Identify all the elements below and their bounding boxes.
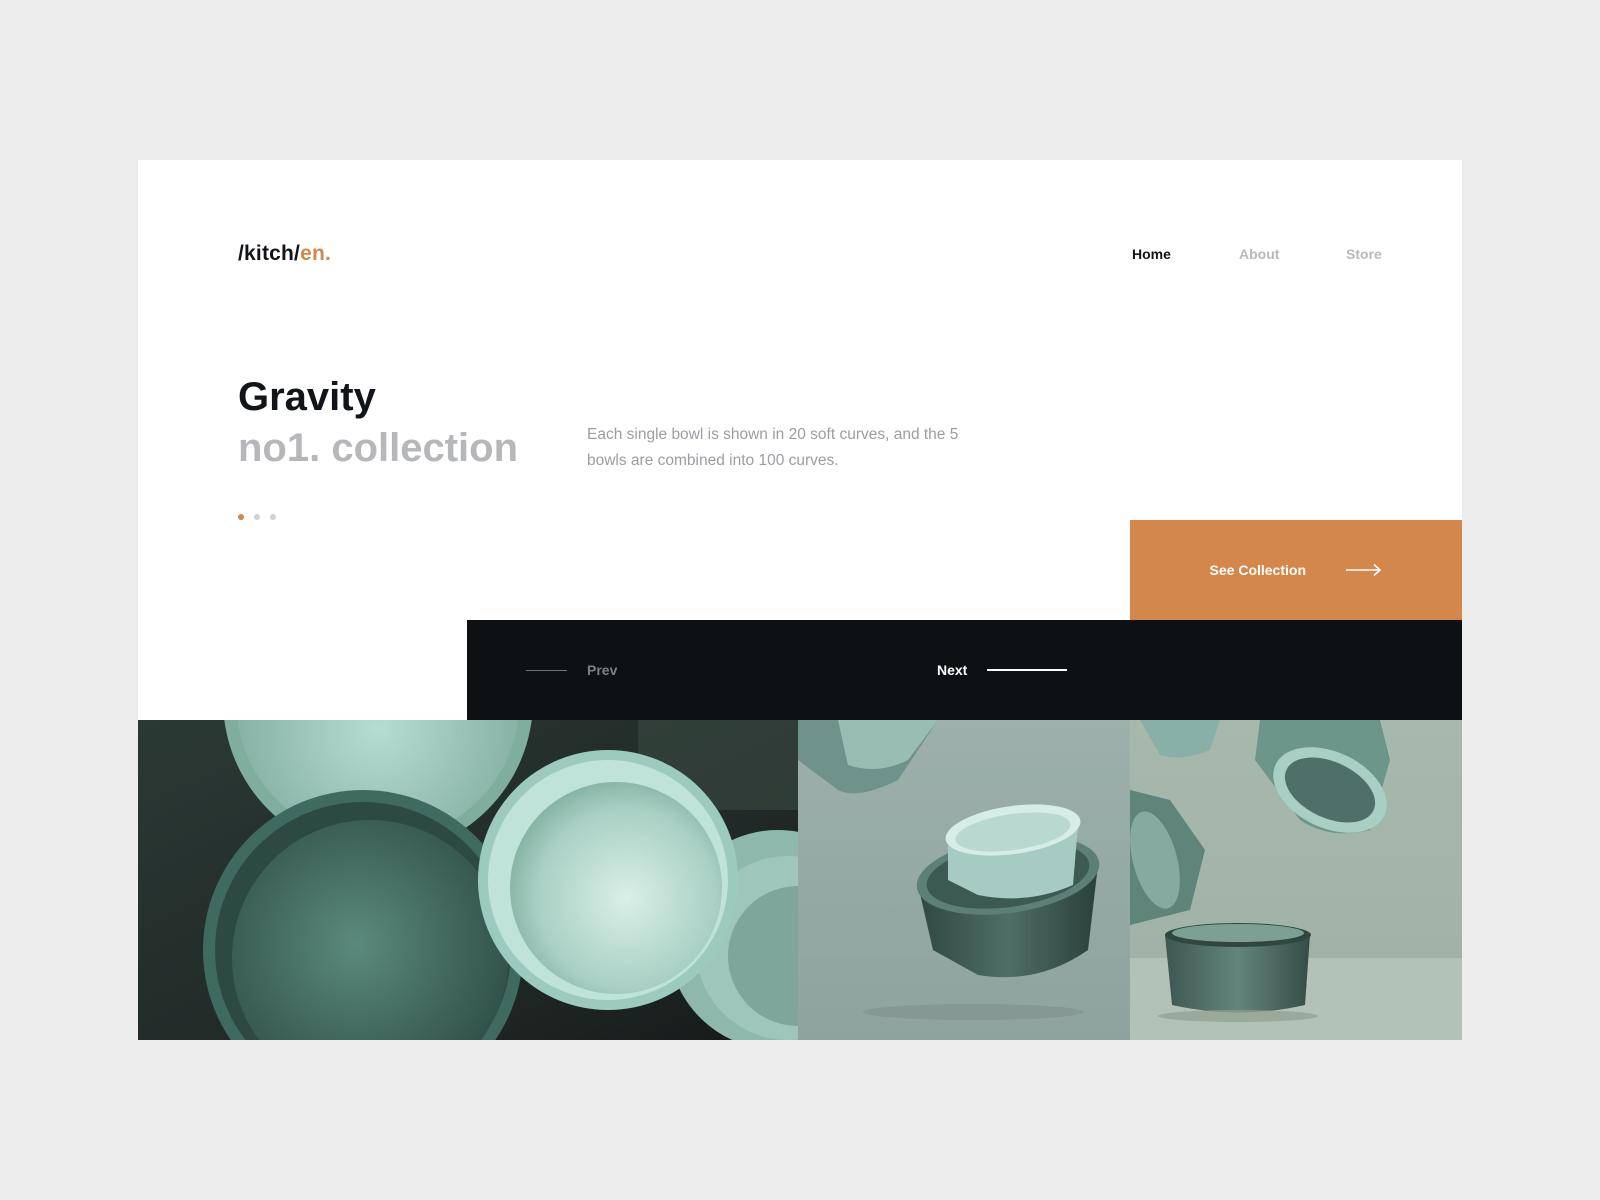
product-gallery bbox=[138, 720, 1462, 1040]
nav-item-home[interactable]: Home bbox=[1132, 246, 1171, 262]
gallery-image-stacked-bowls[interactable] bbox=[798, 720, 1130, 1040]
see-collection-button[interactable]: See Collection bbox=[1130, 520, 1462, 620]
next-line-icon bbox=[987, 669, 1068, 671]
prev-button[interactable]: Prev bbox=[526, 620, 617, 720]
slider-navigation: Prev Next bbox=[467, 620, 1462, 720]
hero-description: Each single bowl is shown in 20 soft cur… bbox=[587, 426, 959, 469]
slide-dot-3[interactable] bbox=[270, 514, 276, 520]
brand-logo[interactable]: /kitch/en. bbox=[238, 242, 331, 266]
slide-indicator bbox=[238, 514, 276, 520]
next-button[interactable]: Next bbox=[937, 620, 1068, 720]
see-collection-label: See Collection bbox=[1209, 562, 1306, 578]
arrow-right-icon bbox=[1346, 563, 1382, 577]
prev-line-icon bbox=[526, 669, 567, 671]
nav-item-store[interactable]: Store bbox=[1346, 246, 1382, 262]
hero-title: Gravity bbox=[238, 375, 376, 419]
gallery-image-bowls-top-view[interactable] bbox=[138, 720, 798, 1040]
slide-dot-1[interactable] bbox=[238, 514, 244, 520]
hero-subtitle: no1. collection bbox=[238, 426, 519, 470]
main-card: /kitch/en. Home About Store Gravity no1.… bbox=[138, 160, 1462, 1040]
nav-item-about[interactable]: About bbox=[1239, 246, 1279, 262]
slide-dot-2[interactable] bbox=[254, 514, 260, 520]
prev-label: Prev bbox=[587, 662, 618, 678]
gallery-image-falling-bowls[interactable] bbox=[1130, 720, 1462, 1040]
next-label: Next bbox=[937, 662, 968, 678]
logo-main-text: /kitch/ bbox=[238, 242, 301, 265]
logo-accent-text: en. bbox=[300, 242, 332, 265]
main-nav: Home About Store bbox=[1132, 246, 1462, 266]
